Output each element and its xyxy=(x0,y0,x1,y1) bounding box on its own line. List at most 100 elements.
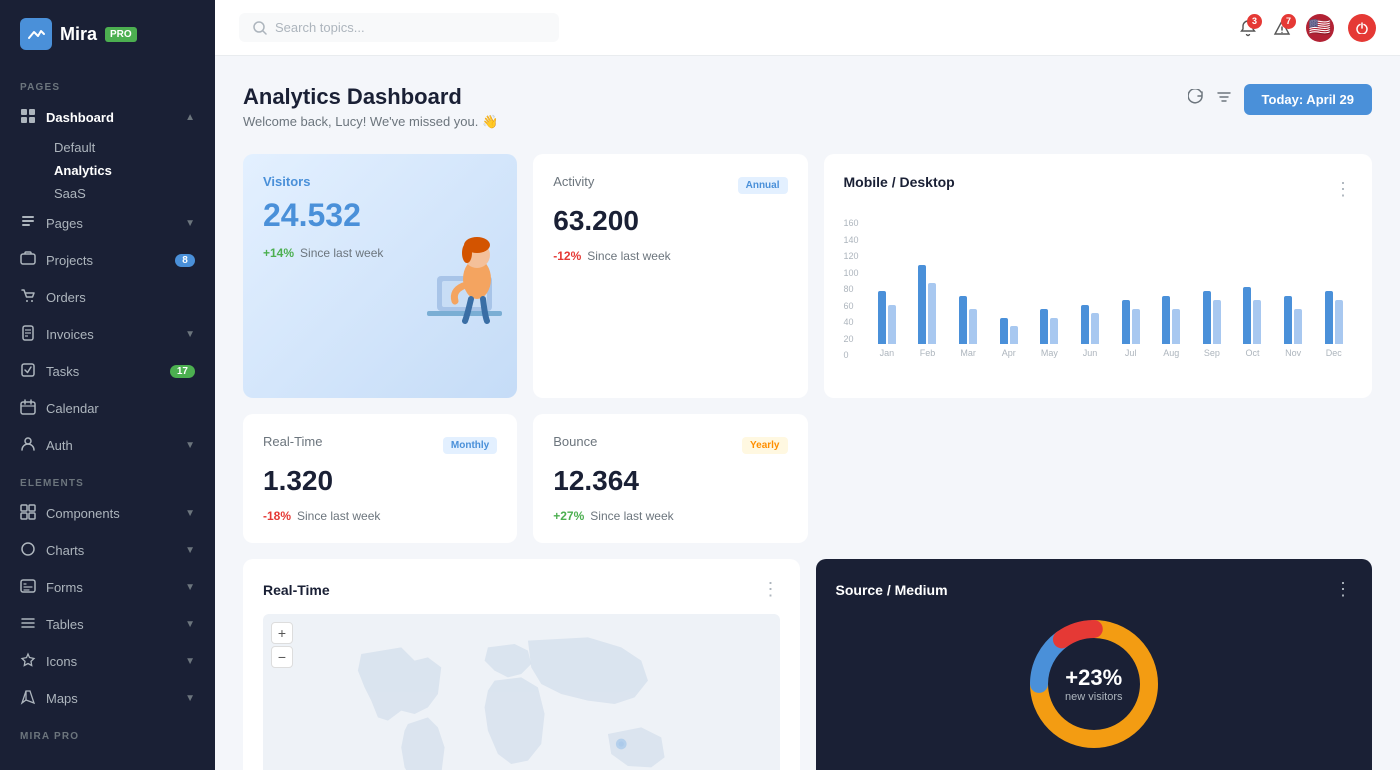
tasks-label: Tasks xyxy=(46,364,79,379)
activity-label: Activity xyxy=(553,174,594,189)
bar-mobile-mar xyxy=(959,296,967,344)
activity-badge: Annual xyxy=(738,177,788,194)
map-background: + − xyxy=(263,614,780,770)
source-table: Social 200 -12% Search Engines 125 -12% xyxy=(836,764,1353,770)
bar-desktop-jan xyxy=(888,305,896,344)
source-medium-card: Source / Medium ⋮ +23% xyxy=(816,559,1373,770)
bar-desktop-mar xyxy=(969,309,977,344)
sidebar-item-charts[interactable]: Charts ▼ xyxy=(0,532,215,569)
map-menu[interactable]: ⋮ xyxy=(762,579,780,600)
projects-badge: 8 xyxy=(175,254,195,267)
components-label: Components xyxy=(46,506,120,521)
bottom-row: Real-Time ⋮ xyxy=(243,559,1372,770)
page-actions: Today: April 29 xyxy=(1188,84,1372,115)
donut-label: +23% new visitors xyxy=(1065,665,1122,703)
bar-column-mar: Mar xyxy=(950,296,987,358)
mobile-desktop-card: Mobile / Desktop ⋮ 160 140 120 100 80 60… xyxy=(824,154,1373,398)
mobile-desktop-title: Mobile / Desktop xyxy=(844,174,955,190)
sidebar-item-components[interactable]: Components ▼ xyxy=(0,495,215,532)
bounce-card: Bounce Yearly 12.364 +27% Since last wee… xyxy=(533,414,807,543)
map-card-header: Real-Time ⋮ xyxy=(263,579,780,600)
bar-label-aug: Aug xyxy=(1163,348,1179,358)
visitors-change: +14% xyxy=(263,246,294,260)
realtime-badge: Monthly xyxy=(443,437,497,454)
page-header: Analytics Dashboard Welcome back, Lucy! … xyxy=(243,84,1372,130)
map-zoom-in[interactable]: + xyxy=(271,622,293,644)
bar-column-nov: Nov xyxy=(1275,296,1312,358)
auth-label: Auth xyxy=(46,438,73,453)
sidebar-item-dashboard[interactable]: Dashboard ▲ xyxy=(0,99,215,136)
maps-chevron: ▼ xyxy=(185,693,195,704)
sidebar-item-auth[interactable]: Auth ▼ xyxy=(0,427,215,464)
components-icon xyxy=(20,504,36,523)
sidebar-item-orders[interactable]: Orders xyxy=(0,279,215,316)
bar-desktop-aug xyxy=(1172,309,1180,344)
visitors-card: Visitors 24.532 +14% Since last week xyxy=(243,154,517,398)
bounce-footer: +27% Since last week xyxy=(553,509,787,523)
today-button[interactable]: Today: April 29 xyxy=(1244,84,1372,115)
bar-mobile-apr xyxy=(1000,318,1008,344)
activity-change-label: Since last week xyxy=(587,249,670,263)
filter-icon[interactable] xyxy=(1216,89,1232,110)
sidebar: Mira PRO PAGES Dashboard ▲ Default Analy… xyxy=(0,0,215,770)
bar-column-oct: Oct xyxy=(1234,287,1271,358)
sidebar-item-invoices[interactable]: Invoices ▼ xyxy=(0,316,215,353)
sidebar-item-projects[interactable]: Projects 8 xyxy=(0,242,215,279)
source-medium-menu[interactable]: ⋮ xyxy=(1334,579,1352,600)
world-map-svg xyxy=(263,614,780,770)
pages-icon xyxy=(20,214,36,233)
bar-label-dec: Dec xyxy=(1326,348,1342,358)
sidebar-item-calendar[interactable]: Calendar xyxy=(0,390,215,427)
sidebar-item-icons[interactable]: Icons ▼ xyxy=(0,643,215,680)
forms-chevron: ▼ xyxy=(185,582,195,593)
bar-column-jun: Jun xyxy=(1072,305,1109,358)
chart-y-axis: 160 140 120 100 80 60 40 20 0 xyxy=(844,218,859,378)
bounce-change: +27% xyxy=(553,509,584,523)
bar-desktop-apr xyxy=(1010,326,1018,344)
map-zoom-out[interactable]: − xyxy=(271,646,293,668)
bar-mobile-dec xyxy=(1325,291,1333,344)
sidebar-sub-analytics[interactable]: Analytics xyxy=(0,159,215,182)
sidebar-logo: Mira PRO xyxy=(0,0,215,68)
icons-label: Icons xyxy=(46,654,77,669)
bar-label-feb: Feb xyxy=(920,348,936,358)
notifications-button[interactable]: 3 xyxy=(1238,18,1258,38)
bar-column-dec: Dec xyxy=(1315,291,1352,358)
sidebar-item-tasks[interactable]: Tasks 17 xyxy=(0,353,215,390)
refresh-icon[interactable] xyxy=(1188,89,1204,110)
bar-mobile-jul xyxy=(1122,300,1130,344)
donut-percent: +23% xyxy=(1065,665,1122,691)
pro-badge: PRO xyxy=(105,27,137,42)
bar-column-jul: Jul xyxy=(1112,300,1149,358)
sidebar-item-pages[interactable]: Pages ▼ xyxy=(0,205,215,242)
bounce-value: 12.364 xyxy=(553,465,787,497)
sidebar-item-tables[interactable]: Tables ▼ xyxy=(0,606,215,643)
mobile-desktop-menu[interactable]: ⋮ xyxy=(1334,179,1352,200)
power-button[interactable] xyxy=(1348,14,1376,42)
tables-chevron: ▼ xyxy=(185,619,195,630)
calendar-label: Calendar xyxy=(46,401,99,416)
bar-column-feb: Feb xyxy=(909,265,946,358)
sidebar-item-maps[interactable]: Maps ▼ xyxy=(0,680,215,717)
language-selector[interactable]: 🇺🇸 xyxy=(1306,14,1334,42)
bar-desktop-may xyxy=(1050,318,1058,344)
bar-label-mar: Mar xyxy=(960,348,976,358)
sidebar-sub-default[interactable]: Default xyxy=(0,136,215,159)
map-card: Real-Time ⋮ xyxy=(243,559,800,770)
pages-label: PAGES xyxy=(0,68,215,99)
charts-icon xyxy=(20,541,36,560)
sidebar-item-forms[interactable]: Forms ▼ xyxy=(0,569,215,606)
search-box[interactable]: Search topics... xyxy=(239,13,559,42)
source-row-social: Social 200 -12% xyxy=(836,764,1353,770)
sidebar-sub-saas[interactable]: SaaS xyxy=(0,182,215,205)
bar-desktop-sep xyxy=(1213,300,1221,344)
bar-label-nov: Nov xyxy=(1285,348,1301,358)
realtime-card: Real-Time Monthly 1.320 -18% Since last … xyxy=(243,414,517,543)
charts-chevron: ▼ xyxy=(185,545,195,556)
content-area: Analytics Dashboard Welcome back, Lucy! … xyxy=(215,56,1400,770)
alerts-button[interactable]: 7 xyxy=(1272,18,1292,38)
chart-bars-area: JanFebMarAprMayJunJulAugSepOctNovDec xyxy=(869,218,1352,378)
activity-footer: -12% Since last week xyxy=(553,249,787,263)
donut-chart: +23% new visitors xyxy=(836,614,1353,754)
bar-mobile-jun xyxy=(1081,305,1089,344)
